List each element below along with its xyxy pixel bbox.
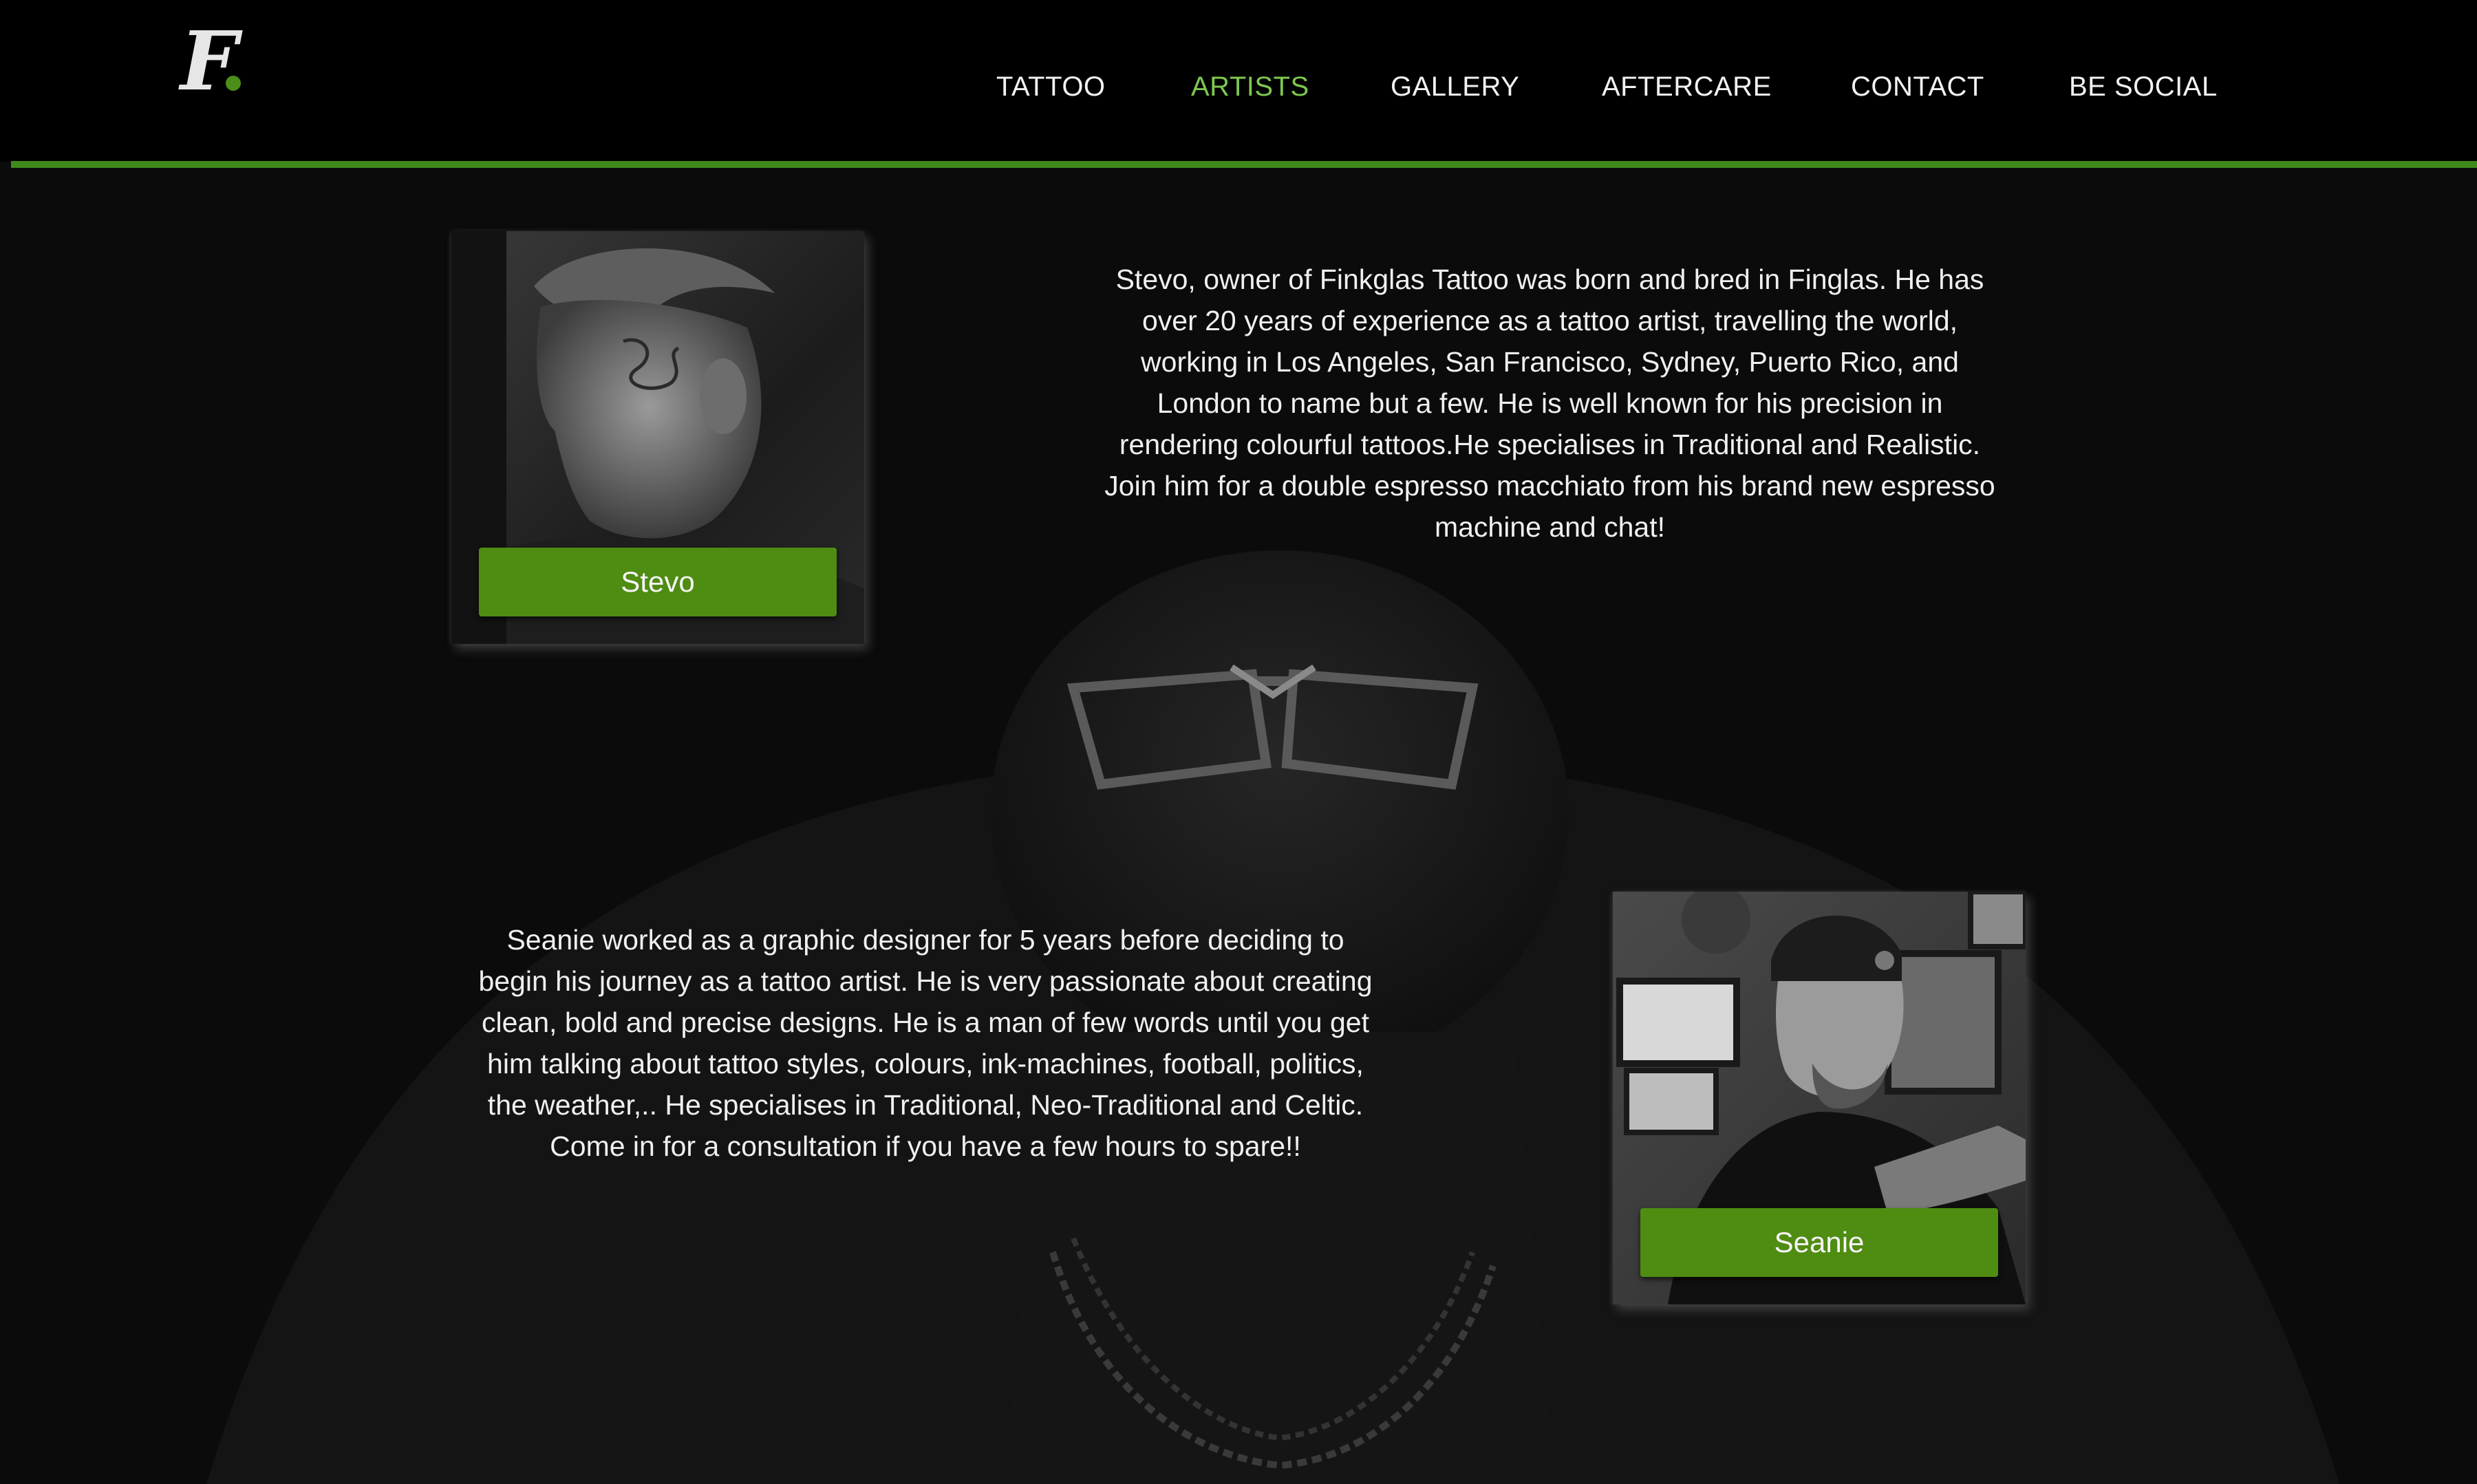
site-header: F TATTOO ARTISTS GALLERY AFTERCARE CONTA…	[0, 0, 2477, 162]
background-portrait-image	[206, 550, 2339, 1484]
nav-gallery[interactable]: GALLERY	[1391, 66, 1519, 107]
nav-be-social[interactable]: BE SOCIAL	[2069, 66, 2218, 107]
artist-name-button-stevo[interactable]: Stevo	[479, 548, 837, 616]
nav-artists[interactable]: ARTISTS	[1191, 66, 1309, 107]
nav-tattoo[interactable]: TATTOO	[996, 66, 1106, 107]
artist-bio-stevo: Stevo, owner of Finkglas Tattoo was born…	[1104, 264, 1995, 543]
nav-aftercare[interactable]: AFTERCARE	[1602, 66, 1772, 107]
artist-bio-seanie: Seanie worked as a graphic designer for …	[478, 924, 1373, 1162]
main-nav: TATTOO ARTISTS GALLERY AFTERCARE CONTACT…	[0, 66, 2477, 107]
nav-contact[interactable]: CONTACT	[1851, 66, 1984, 107]
artists-page: F TATTOO ARTISTS GALLERY AFTERCARE CONTA…	[0, 0, 2477, 1484]
header-divider	[11, 161, 2477, 168]
artist-card-stevo[interactable]: Stevo	[451, 231, 864, 644]
artist-card-seanie[interactable]: Seanie	[1613, 892, 2026, 1304]
artist-name-button-seanie[interactable]: Seanie	[1640, 1208, 1998, 1277]
